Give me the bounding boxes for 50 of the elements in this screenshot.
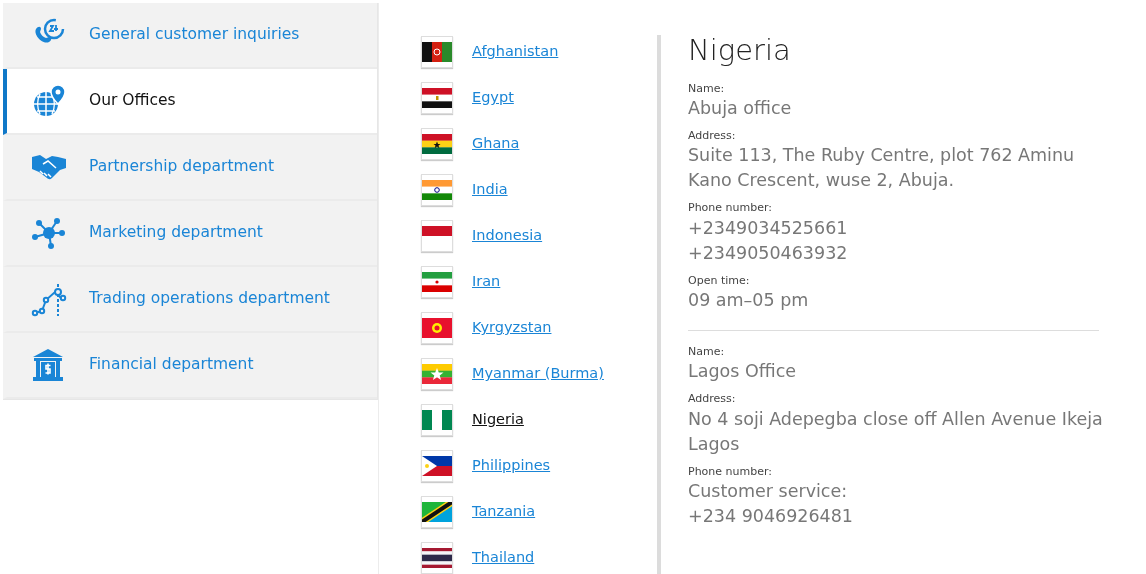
- country-link[interactable]: India: [472, 179, 508, 201]
- country-link[interactable]: Ghana: [472, 133, 520, 155]
- flag-icon: [421, 404, 453, 436]
- country-link[interactable]: Nigeria: [472, 409, 524, 431]
- line-chart-icon: [31, 281, 67, 317]
- flag-icon: [421, 312, 453, 344]
- flag-icon: [421, 36, 453, 68]
- country-link[interactable]: Kyrgyzstan: [472, 317, 552, 339]
- sidebar-item[interactable]: Financial department: [3, 333, 377, 399]
- field-value: Abuja office: [688, 97, 793, 121]
- country-title: Nigeria: [688, 33, 792, 68]
- field-value: 09 am–05 pm: [688, 289, 810, 312]
- field-label: Open time:: [688, 273, 751, 288]
- field-value: No 4 soji Adepegba close off Allen Avenue Ikeja Lagos: [688, 407, 1104, 456]
- sidebar-item[interactable]: Partnership department: [3, 135, 377, 201]
- country-link[interactable]: Egypt: [472, 87, 514, 109]
- field-label: Address:: [688, 392, 737, 407]
- country-link[interactable]: Iran: [472, 271, 501, 293]
- flag-icon: [421, 174, 453, 206]
- field-value: Suite 113, The Ruby Centre, plot 762 Aminu Kano Crescent, wuse 2, Abuja.: [688, 144, 1076, 193]
- field-label: Name:: [688, 81, 726, 97]
- field-label: Name:: [688, 345, 726, 360]
- field-value: Customer service:: [688, 479, 849, 503]
- globe-pin-icon: [31, 83, 67, 119]
- flag-icon: [421, 542, 453, 574]
- country-link[interactable]: Tanzania: [472, 501, 536, 523]
- field-label: Address:: [688, 129, 737, 144]
- flag-icon: [421, 358, 453, 390]
- field-value: +2349034525661: [688, 216, 849, 240]
- flag-icon: [421, 82, 453, 114]
- country-link[interactable]: Indonesia: [472, 225, 543, 247]
- field-value: +234 9046926481: [688, 504, 854, 528]
- country-link[interactable]: Thailand: [472, 547, 535, 569]
- flag-icon: [421, 266, 453, 298]
- country-link[interactable]: Philippines: [472, 455, 551, 477]
- flag-icon: [421, 128, 453, 160]
- flag-icon: [421, 450, 453, 482]
- field-label: Phone number:: [688, 201, 773, 216]
- sidebar-item[interactable]: Our Offices: [3, 69, 377, 135]
- country-link[interactable]: Afghanistan: [472, 41, 559, 63]
- flag-icon: [421, 220, 453, 252]
- field-label: Phone number:: [688, 464, 773, 479]
- flag-icon: [421, 496, 453, 528]
- field-value: Lagos Office: [688, 360, 798, 384]
- sidebar-item[interactable]: Marketing department: [3, 201, 377, 267]
- network-icon: [31, 215, 67, 251]
- sidebar-item[interactable]: Trading operations department: [3, 267, 377, 333]
- country-link[interactable]: Myanmar (Burma): [472, 363, 604, 385]
- sidebar-item[interactable]: General customer inquiries: [3, 3, 377, 69]
- field-value: +2349050463932: [688, 241, 849, 265]
